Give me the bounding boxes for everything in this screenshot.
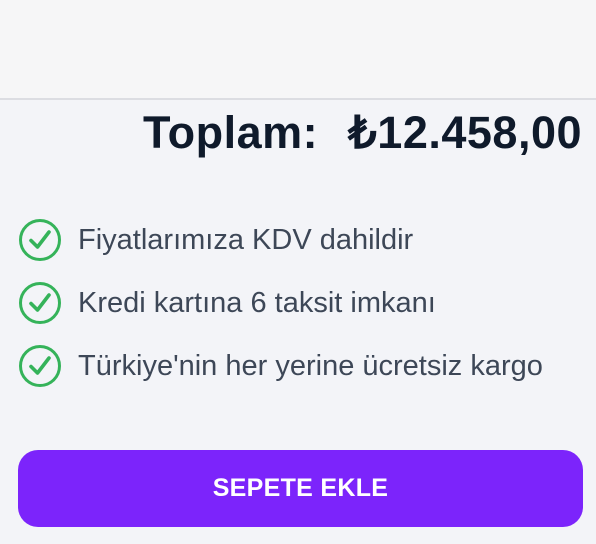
add-to-cart-button[interactable]: SEPETE EKLE bbox=[18, 450, 583, 527]
feature-item-vat: Fiyatlarımıza KDV dahildir bbox=[18, 216, 543, 264]
feature-text: Kredi kartına 6 taksit imkanı bbox=[78, 286, 436, 319]
check-circle-icon bbox=[18, 281, 62, 325]
order-total: Toplam: ₺12.458,00 bbox=[143, 106, 582, 159]
feature-list: Fiyatlarımıza KDV dahildir Kredi kartına… bbox=[18, 216, 543, 405]
feature-text: Türkiye'nin her yerine ücretsiz kargo bbox=[78, 349, 543, 382]
total-label: Toplam: bbox=[143, 107, 319, 158]
feature-item-free-shipping: Türkiye'nin her yerine ücretsiz kargo bbox=[18, 342, 543, 390]
check-circle-icon bbox=[18, 344, 62, 388]
top-section bbox=[0, 0, 596, 100]
feature-text: Fiyatlarımıza KDV dahildir bbox=[78, 223, 414, 256]
check-circle-icon bbox=[18, 218, 62, 262]
total-value: ₺12.458,00 bbox=[348, 107, 582, 158]
feature-item-installments: Kredi kartına 6 taksit imkanı bbox=[18, 279, 543, 327]
